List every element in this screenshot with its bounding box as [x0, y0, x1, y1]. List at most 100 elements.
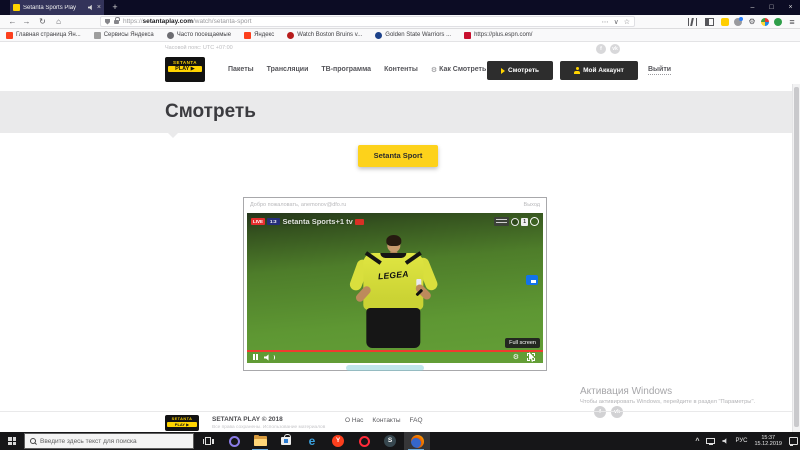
picture-in-picture-icon[interactable]: [526, 275, 538, 285]
yandex-browser-icon[interactable]: Y: [326, 432, 350, 450]
vk-icon[interactable]: vk: [611, 406, 623, 418]
extension-icon-adblock[interactable]: [774, 18, 782, 26]
circle-icon: [530, 217, 539, 226]
extension-icon-multicolor[interactable]: [761, 18, 769, 26]
url-text: https://setantaplay.com/watch/setanta-sp…: [123, 18, 252, 25]
home-button[interactable]: ⌂: [52, 15, 65, 28]
file-explorer-icon[interactable]: [248, 432, 272, 450]
pocket-icon[interactable]: ∨: [614, 18, 619, 26]
scrollbar-thumb[interactable]: [794, 87, 799, 427]
window-minimize-button[interactable]: –: [743, 0, 762, 15]
network-icon[interactable]: [706, 438, 716, 445]
footer-logo[interactable]: SETANTA PLAY ▶: [165, 415, 199, 431]
browser-tab[interactable]: Setanta Sports Play ×: [10, 0, 104, 15]
page-title-band: Смотреть: [0, 91, 800, 133]
volume-icon[interactable]: [264, 354, 269, 361]
footer-link-faq[interactable]: FAQ: [410, 417, 423, 424]
page-content: Часовой пояс: UTC +07:00 f vk SETANTA PL…: [0, 42, 800, 450]
footer-link-contacts[interactable]: Контакты: [372, 417, 400, 424]
taskbar-clock[interactable]: 15:37 15.12.2019: [754, 435, 782, 448]
setanta-play-logo[interactable]: SETANTA PLAY ▶: [165, 57, 205, 82]
page-actions-icon[interactable]: ⋯: [602, 18, 609, 26]
nav-item-packages[interactable]: Пакеты: [228, 66, 254, 73]
bookmark-item[interactable]: Watch Boston Bruins v...: [287, 31, 362, 39]
pause-button[interactable]: [253, 354, 258, 360]
settings-gear-icon[interactable]: ⚙: [513, 353, 519, 361]
tab-audio-icon[interactable]: [87, 4, 92, 11]
forward-button[interactable]: →: [20, 15, 33, 28]
extension-icon-yellow[interactable]: [721, 18, 729, 26]
nav-item-contents[interactable]: Контенты: [384, 66, 418, 73]
library-icon[interactable]: [688, 18, 697, 26]
bookmark-star-icon[interactable]: ☆: [624, 18, 630, 26]
tab-close-icon[interactable]: ×: [97, 4, 101, 11]
speaker-icon[interactable]: [722, 438, 727, 444]
start-button[interactable]: [0, 432, 24, 450]
tray-chevron-icon[interactable]: ^: [695, 438, 699, 445]
action-center-icon[interactable]: [789, 437, 798, 446]
facebook-icon[interactable]: f: [596, 44, 606, 54]
referee-hair: [386, 235, 402, 246]
bookmarks-bar: Главная страница Ян... Сервисы Яндекса Ч…: [0, 29, 800, 42]
microsoft-store-icon[interactable]: [274, 432, 298, 450]
footer-copyright: SETANTA PLAY © 2018: [212, 416, 283, 423]
taskbar-search[interactable]: [24, 433, 194, 449]
tracking-shield-icon[interactable]: [105, 18, 110, 25]
language-indicator[interactable]: РУС: [735, 438, 747, 444]
footer-rights: Все права сохранены. Использование матер…: [212, 425, 326, 430]
social-links-footer: f vk: [594, 406, 623, 418]
cortana-icon[interactable]: [222, 432, 246, 450]
system-tray: ^ РУС 15:37 15.12.2019: [695, 432, 798, 450]
reload-button[interactable]: ↻: [36, 15, 49, 28]
fullscreen-tooltip: Full screen: [505, 338, 540, 348]
score-chip: 1:3: [267, 218, 280, 225]
page-title: Смотреть: [165, 101, 256, 122]
lock-icon[interactable]: [114, 16, 120, 24]
viewer-overlay: 1: [494, 217, 539, 226]
bookmark-item[interactable]: Сервисы Яндекса: [93, 31, 154, 39]
facebook-icon[interactable]: f: [594, 406, 606, 418]
opera-icon[interactable]: [352, 432, 376, 450]
window-close-button[interactable]: ×: [781, 0, 800, 15]
logout-link[interactable]: Выйти: [648, 66, 672, 75]
footer-links: О Нас Контакты FAQ: [345, 417, 423, 424]
skype-icon[interactable]: S: [378, 432, 402, 450]
window-controls: – □ ×: [743, 0, 800, 15]
task-view-button[interactable]: [198, 432, 218, 450]
extension-icon-gear[interactable]: ⚙: [748, 18, 756, 26]
sidebar-icon[interactable]: [705, 18, 714, 26]
nav-item-how-to-watch[interactable]: ⚙ Как Смотреть: [431, 66, 486, 74]
watch-button[interactable]: Смотреть: [487, 61, 553, 80]
firefox-icon[interactable]: [404, 432, 430, 450]
referee-figure: LEGEA: [348, 235, 440, 357]
play-icon: [500, 67, 505, 74]
setanta-sport-channel-button[interactable]: Setanta Sport: [358, 145, 438, 167]
bookmark-item[interactable]: Главная страница Ян...: [6, 31, 81, 39]
search-input[interactable]: [40, 437, 180, 445]
footer-link-about[interactable]: О Нас: [345, 417, 363, 424]
back-button[interactable]: ←: [6, 15, 19, 28]
hamburger-menu-icon[interactable]: ≡: [786, 16, 798, 28]
extension-icon-account[interactable]: [734, 17, 743, 26]
edge-icon[interactable]: e: [300, 432, 324, 450]
bookmark-item[interactable]: Яндекс: [244, 31, 274, 39]
page-scrollbar[interactable]: [792, 84, 800, 450]
nav-item-broadcasts[interactable]: Трансляции: [267, 66, 309, 73]
nav-item-tv-program[interactable]: ТВ-программа: [321, 66, 371, 73]
tab-title: Setanta Sports Play: [23, 4, 77, 11]
video-progress-bar[interactable]: [247, 350, 543, 352]
bruins-favicon: [287, 31, 295, 39]
url-bar[interactable]: https://setantaplay.com/watch/setanta-sp…: [100, 16, 635, 27]
new-tab-button[interactable]: +: [108, 0, 122, 15]
referee-jersey: LEGEA: [363, 251, 424, 310]
player-exit-link[interactable]: Выход: [524, 202, 540, 208]
browser-toolbar: ← → ↻ ⌂ https://setantaplay.com/watch/se…: [0, 15, 800, 29]
my-account-button[interactable]: Мой Аккаунт: [560, 61, 638, 80]
bookmark-item[interactable]: https://plus.espn.com/: [464, 31, 532, 39]
video-player[interactable]: LIVE 1:3 Setanta Sports+1 tv 1 LEGEA ⚙ F…: [247, 213, 543, 363]
volume-wave: [272, 355, 275, 360]
window-maximize-button[interactable]: □: [762, 0, 781, 15]
vk-icon[interactable]: vk: [610, 44, 620, 54]
bookmark-item[interactable]: Golden State Warriors ...: [375, 31, 451, 39]
bookmark-item[interactable]: Часто посещаемые: [166, 31, 231, 39]
